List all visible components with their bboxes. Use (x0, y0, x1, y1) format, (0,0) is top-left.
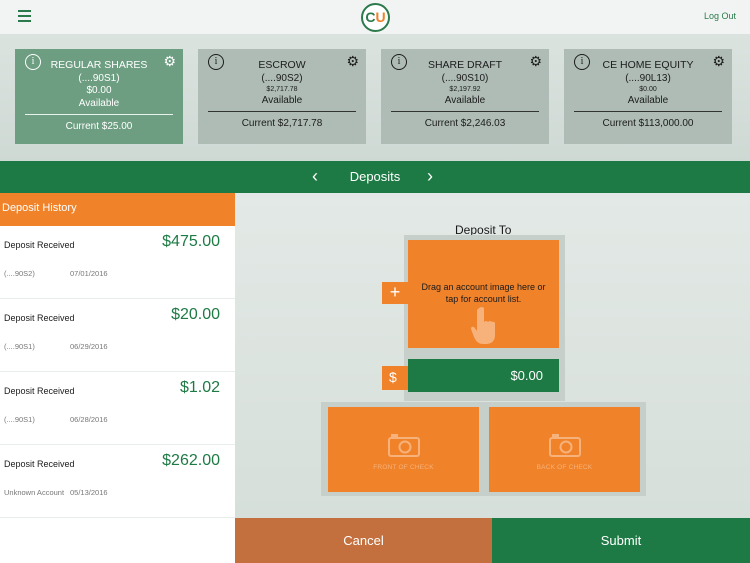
available-label: Available (444, 95, 486, 106)
deposit-date: 07/01/2016 (70, 269, 108, 278)
account-card-escrow[interactable]: i ⚙ ESCROW (....90S2) $2,717.78 Availabl… (198, 49, 366, 144)
hamburger-menu-icon[interactable] (18, 10, 31, 22)
back-of-check-label: BACK OF CHECK (536, 464, 593, 471)
front-of-check-button[interactable]: FRONT OF CHECK (328, 407, 479, 492)
account-balance: $2,197.92 (449, 86, 481, 93)
divider (574, 111, 722, 112)
deposit-date: 06/29/2016 (70, 342, 108, 351)
gear-icon[interactable]: ⚙ (712, 53, 725, 70)
deposit-label: Deposit Received (4, 459, 75, 469)
account-balance: $0.00 (86, 85, 112, 96)
deposit-account-dropzone[interactable]: Drag an account image here or tap for ac… (408, 240, 559, 348)
account-card-share-draft[interactable]: i ⚙ SHARE DRAFT (....90S10) $2,197.92 Av… (381, 49, 549, 144)
accounts-carousel: i ⚙ REGULAR SHARES (....90S1) $0.00 Avai… (0, 34, 750, 161)
gear-icon[interactable]: ⚙ (529, 53, 542, 70)
logout-link[interactable]: Log Out (704, 11, 736, 21)
deposit-account: Unknown Account (4, 488, 65, 497)
deposit-account: (....90S2) (4, 269, 35, 278)
deposit-panel: Deposit To + Drag an account image here … (235, 193, 750, 518)
deposit-amount-field[interactable]: $0.00 (408, 359, 559, 392)
account-number: (....90L13) (625, 73, 671, 84)
currency-symbol: $ (389, 369, 397, 385)
current-balance: Current $2,246.03 (424, 118, 506, 129)
credit-union-logo: CU (361, 3, 390, 32)
current-balance: Current $25.00 (65, 121, 133, 132)
info-icon[interactable]: i (574, 54, 590, 70)
camera-icon (548, 434, 581, 457)
top-bar: CU Log Out (0, 0, 750, 34)
plus-icon[interactable]: + (382, 282, 408, 304)
account-balance: $2,717.78 (266, 86, 298, 93)
gear-icon[interactable]: ⚙ (346, 53, 359, 70)
front-of-check-label: FRONT OF CHECK (373, 464, 434, 471)
deposit-label: Deposit Received (4, 313, 75, 323)
section-nav-bar: ‹ Deposits › (0, 161, 750, 193)
current-balance: Current $2,717.78 (241, 118, 323, 129)
deposit-history-title: Deposit History (0, 193, 235, 226)
section-title: Deposits (349, 169, 401, 184)
deposit-account: (....90S1) (4, 342, 35, 351)
deposit-amount: $475.00 (162, 233, 220, 250)
chevron-left-icon[interactable]: ‹ (312, 167, 318, 185)
divider (391, 111, 539, 112)
hand-pointer-icon (471, 307, 495, 344)
list-item[interactable]: Deposit Received $262.00 Unknown Account… (0, 445, 235, 518)
camera-icon (387, 434, 420, 457)
info-icon[interactable]: i (208, 54, 224, 70)
available-label: Available (627, 95, 669, 106)
deposit-amount: $262.00 (162, 452, 220, 469)
deposit-label: Deposit Received (4, 386, 75, 396)
list-item[interactable]: Deposit Received $20.00 (....90S1) 06/29… (0, 299, 235, 372)
divider (25, 114, 173, 115)
deposit-account: (....90S1) (4, 415, 35, 424)
dropzone-instructions: Drag an account image here or tap for ac… (421, 282, 546, 304)
list-item[interactable]: Deposit Received $475.00 (....90S2) 07/0… (0, 226, 235, 299)
available-label: Available (78, 98, 120, 109)
deposit-date: 06/28/2016 (70, 415, 108, 424)
list-item[interactable]: Deposit Received $1.02 (....90S1) 06/28/… (0, 372, 235, 445)
account-card-regular-shares[interactable]: i ⚙ REGULAR SHARES (....90S1) $0.00 Avai… (15, 49, 183, 144)
deposit-label: Deposit Received (4, 240, 75, 250)
account-number: (....90S10) (441, 73, 489, 84)
available-label: Available (261, 95, 303, 106)
back-of-check-button[interactable]: BACK OF CHECK (489, 407, 640, 492)
divider (208, 111, 356, 112)
current-balance: Current $113,000.00 (602, 118, 694, 129)
submit-button[interactable]: Submit (492, 518, 750, 563)
deposit-history-panel: Deposit History Deposit Received $475.00… (0, 193, 235, 563)
account-number: (....90S1) (78, 73, 120, 84)
deposit-amount: $20.00 (171, 306, 220, 323)
account-card-ce-home-equity[interactable]: i ⚙ CE HOME EQUITY (....90L13) $0.00 Ava… (564, 49, 732, 144)
deposit-amount: $1.02 (179, 379, 220, 396)
deposit-date: 05/13/2016 (70, 488, 108, 497)
info-icon[interactable]: i (25, 54, 41, 70)
chevron-right-icon[interactable]: › (427, 167, 433, 185)
gear-icon[interactable]: ⚙ (163, 53, 176, 70)
info-icon[interactable]: i (391, 54, 407, 70)
account-balance: $0.00 (639, 86, 657, 93)
cancel-button[interactable]: Cancel (235, 518, 492, 563)
account-number: (....90S2) (261, 73, 303, 84)
